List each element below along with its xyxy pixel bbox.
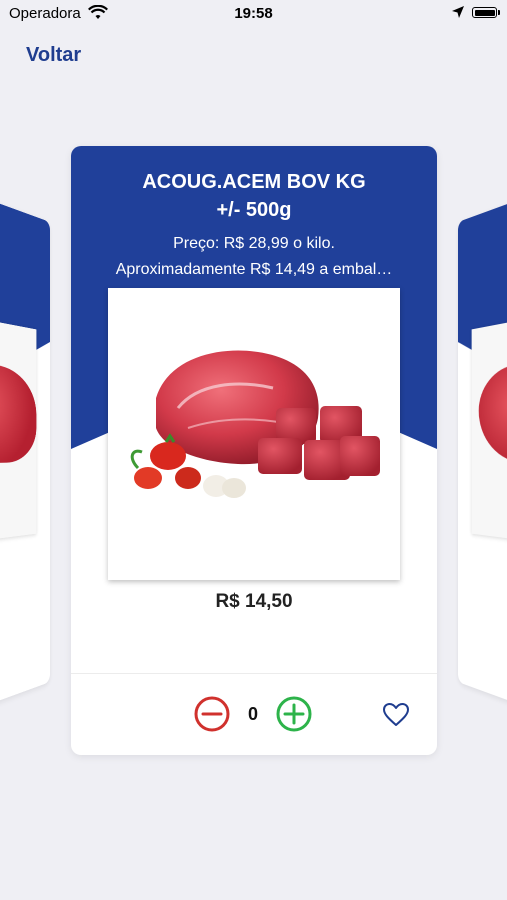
product-image	[471, 311, 507, 546]
product-title-line2: +/- 500g	[216, 199, 292, 221]
product-card[interactable]: ACOUG.ACEM BOV KG +/- 500g Preço: R$ 28,…	[71, 146, 437, 755]
location-arrow-icon	[451, 5, 465, 23]
heart-icon	[383, 703, 409, 726]
battery-tip	[498, 10, 500, 15]
favorite-button[interactable]	[382, 702, 410, 728]
product-title: ACOUG.ACEM BOV KG +/- 500g	[71, 168, 437, 224]
plus-circle-icon	[276, 696, 312, 732]
meat-illustration	[0, 359, 37, 464]
previous-product-card[interactable]	[0, 174, 50, 730]
product-image	[0, 311, 37, 546]
product-image	[108, 288, 400, 580]
product-price: R$ 14,50	[215, 591, 293, 612]
meat-illustration	[130, 350, 380, 498]
quantity-value: 0	[247, 704, 258, 724]
minus-circle-icon	[194, 696, 230, 732]
back-button[interactable]: Voltar	[26, 44, 81, 67]
battery-icon	[472, 7, 497, 18]
price-per-kilo: Preço: R$ 28,99 o kilo.	[173, 235, 335, 252]
increase-quantity-button[interactable]	[276, 696, 312, 732]
divider	[71, 673, 437, 674]
status-bar: Operadora 19:58	[0, 0, 507, 28]
decrease-quantity-button[interactable]	[194, 696, 230, 732]
product-title-line1: ACOUG.ACEM BOV KG	[142, 171, 366, 193]
status-time: 19:58	[234, 5, 273, 22]
meat-illustration	[478, 358, 507, 464]
approximate-price: Aproximadamente R$ 14,49 a embal…	[115, 261, 393, 278]
next-product-card[interactable]	[458, 174, 507, 730]
